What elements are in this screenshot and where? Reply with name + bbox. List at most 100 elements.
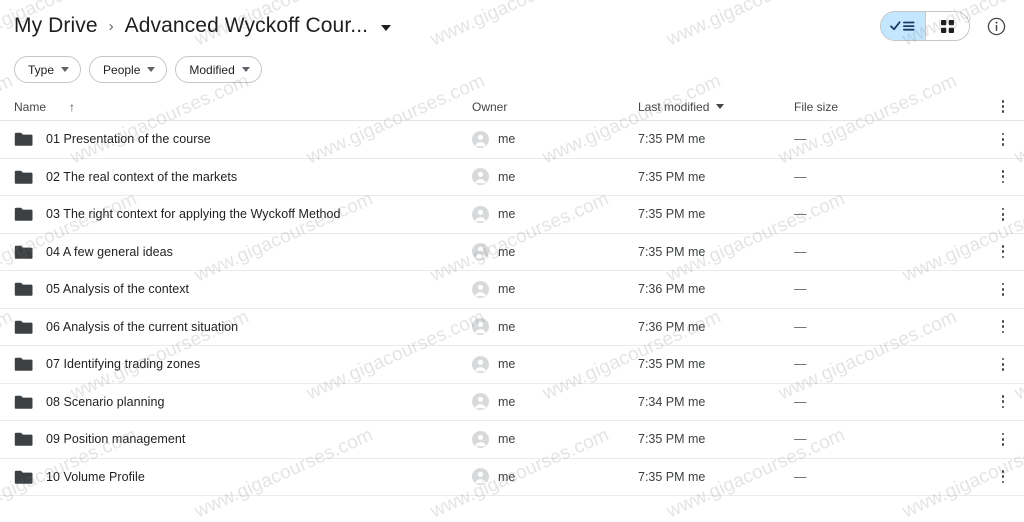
- table-row-7[interactable]: 07 Identifying trading zones me 7:35 PM …: [0, 346, 1024, 384]
- last-modified-label: 7:35 PM me: [638, 207, 706, 222]
- cell-row-menu: [990, 278, 1016, 300]
- column-header-name[interactable]: Name ↑: [0, 100, 472, 114]
- table-row-4[interactable]: 04 A few general ideas me 7:35 PM me —: [0, 234, 1024, 271]
- table-row-8[interactable]: 08 Scenario planning me 7:34 PM me —: [0, 384, 1024, 421]
- more-vertical-icon[interactable]: [992, 428, 1014, 450]
- folder-icon: [14, 320, 33, 334]
- drive-file-browser: My Drive › Advanced Wyckoff Cour... Type…: [0, 0, 1024, 522]
- table-row-6[interactable]: 06 Analysis of the current situation me …: [0, 309, 1024, 346]
- sort-ascending-icon: ↑: [69, 99, 76, 114]
- file-size-label: —: [794, 282, 807, 297]
- folder-icon: [14, 470, 33, 484]
- last-modified-label: 7:36 PM me: [638, 282, 706, 297]
- cell-owner: me: [472, 168, 638, 186]
- more-vertical-icon[interactable]: [992, 203, 1014, 225]
- file-name-label: 02 The real context of the markets: [46, 169, 238, 184]
- more-vertical-icon[interactable]: [992, 96, 1014, 118]
- file-size-label: —: [794, 319, 807, 334]
- table-row-9[interactable]: 09 Position management me 7:35 PM me —: [0, 421, 1024, 459]
- cell-last-modified: 7:35 PM me: [638, 357, 794, 371]
- owner-label: me: [498, 132, 516, 147]
- filter-chip-modified[interactable]: Modified: [175, 56, 262, 83]
- cell-row-menu: [990, 316, 1016, 338]
- cell-name: 05 Analysis of the context: [0, 281, 472, 297]
- more-vertical-icon[interactable]: [992, 241, 1014, 263]
- info-circle-icon: [987, 17, 1005, 35]
- cell-row-menu: [990, 391, 1016, 413]
- folder-icon: [14, 395, 33, 409]
- cell-name: 10 Volume Profile: [0, 469, 472, 485]
- cell-name: 02 The real context of the markets: [0, 169, 472, 185]
- last-modified-label: 7:34 PM me: [638, 394, 706, 409]
- breadcrumb-current-folder[interactable]: Advanced Wyckoff Cour...: [125, 14, 368, 38]
- breadcrumb: My Drive › Advanced Wyckoff Cour...: [14, 14, 880, 38]
- column-header-owner-label: Owner: [472, 99, 508, 114]
- cell-owner: me: [472, 130, 638, 148]
- top-bar-actions: [880, 11, 1010, 41]
- cell-row-menu: [990, 128, 1016, 150]
- folder-icon: [14, 358, 33, 372]
- cell-file-size: —: [794, 245, 990, 259]
- chevron-down-icon[interactable]: [381, 24, 392, 31]
- top-bar: My Drive › Advanced Wyckoff Cour...: [0, 0, 1024, 52]
- owner-label: me: [498, 469, 516, 484]
- list-view-check-icon: [890, 21, 915, 31]
- avatar: [472, 168, 489, 186]
- more-vertical-icon[interactable]: [992, 353, 1014, 375]
- avatar: [472, 318, 489, 336]
- column-header-last-modified[interactable]: Last modified: [638, 100, 794, 114]
- cell-file-size: —: [794, 207, 990, 221]
- cell-file-size: —: [794, 132, 990, 146]
- cell-owner: me: [472, 205, 638, 223]
- column-header-file-size[interactable]: File size: [794, 100, 990, 114]
- more-vertical-icon[interactable]: [992, 316, 1014, 338]
- table-row-3[interactable]: 03 The right context for applying the Wy…: [0, 196, 1024, 234]
- more-vertical-icon[interactable]: [992, 166, 1014, 188]
- last-modified-label: 7:35 PM me: [638, 169, 706, 184]
- table-row-5[interactable]: 05 Analysis of the context me 7:36 PM me…: [0, 271, 1024, 309]
- cell-owner: me: [472, 243, 638, 261]
- list-view-button[interactable]: [881, 12, 925, 40]
- chevron-down-icon: [61, 67, 70, 72]
- owner-label: me: [498, 319, 516, 334]
- file-name-label: 07 Identifying trading zones: [46, 357, 201, 372]
- table-row-10[interactable]: 10 Volume Profile me 7:35 PM me —: [0, 459, 1024, 496]
- filter-chip-type[interactable]: Type: [14, 56, 82, 83]
- chevron-down-icon: [716, 104, 725, 109]
- last-modified-label: 7:35 PM me: [638, 244, 706, 259]
- file-list-table: Name ↑ Owner Last modified File size 01: [0, 93, 1024, 496]
- cell-row-menu: [990, 428, 1016, 450]
- cell-row-menu: [990, 166, 1016, 188]
- column-header-file-size-label: File size: [794, 99, 839, 114]
- file-size-label: —: [794, 469, 807, 484]
- cell-last-modified: 7:36 PM me: [638, 320, 794, 334]
- table-row-1[interactable]: 01 Presentation of the course me 7:35 PM…: [0, 121, 1024, 159]
- view-toggle: [880, 11, 970, 41]
- column-header-menu: [990, 96, 1016, 118]
- cell-name: 03 The right context for applying the Wy…: [0, 206, 472, 222]
- cell-last-modified: 7:35 PM me: [638, 470, 794, 484]
- file-name-label: 04 A few general ideas: [46, 244, 173, 259]
- cell-name: 06 Analysis of the current situation: [0, 319, 472, 335]
- folder-icon: [14, 283, 33, 297]
- more-vertical-icon[interactable]: [992, 466, 1014, 488]
- column-header-owner[interactable]: Owner: [472, 100, 638, 114]
- grid-view-button[interactable]: [925, 12, 969, 40]
- grid-view-icon: [941, 19, 954, 33]
- owner-label: me: [498, 394, 516, 409]
- cell-last-modified: 7:34 PM me: [638, 395, 794, 409]
- more-vertical-icon[interactable]: [992, 391, 1014, 413]
- more-vertical-icon[interactable]: [992, 278, 1014, 300]
- table-row-2[interactable]: 02 The real context of the markets me 7:…: [0, 159, 1024, 196]
- breadcrumb-my-drive[interactable]: My Drive: [14, 14, 98, 38]
- info-button[interactable]: [982, 12, 1010, 40]
- avatar: [472, 243, 489, 261]
- folder-icon: [14, 133, 33, 147]
- more-vertical-icon[interactable]: [992, 128, 1014, 150]
- breadcrumb-separator: ›: [108, 17, 114, 35]
- filter-chip-people[interactable]: People: [89, 56, 168, 83]
- cell-owner: me: [472, 280, 638, 298]
- cell-file-size: —: [794, 282, 990, 296]
- last-modified-label: 7:36 PM me: [638, 319, 706, 334]
- table-header-row: Name ↑ Owner Last modified File size: [0, 93, 1024, 121]
